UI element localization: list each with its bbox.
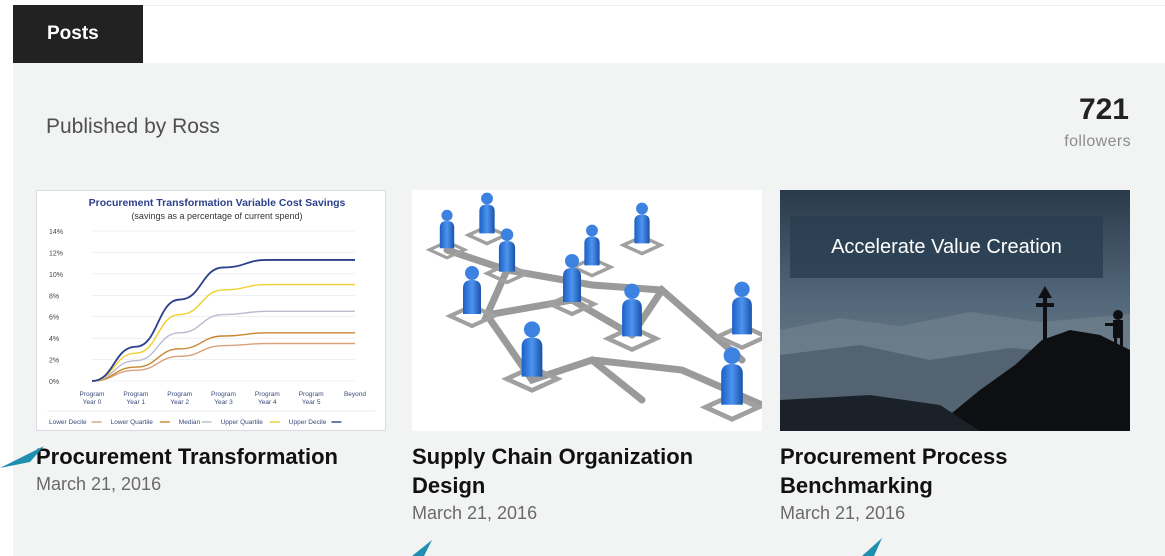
chart-title: Procurement Transformation Variable Cost… <box>89 197 346 209</box>
post-thumbnail-photo[interactable]: Accelerate Value Creation <box>780 190 1130 431</box>
x-tick-label: Year 1 <box>127 399 146 406</box>
followers-label: followers <box>1064 133 1131 150</box>
y-tick-label: 6% <box>49 315 59 322</box>
y-tick-label: 4% <box>49 336 59 343</box>
post-title[interactable]: Procurement Transformation <box>36 442 381 471</box>
series-line-upper-decile <box>91 259 355 382</box>
tab-posts[interactable]: Posts <box>13 5 143 63</box>
org-network-illustration <box>425 192 762 422</box>
person-figure <box>602 283 662 353</box>
x-tick-label: Program <box>211 391 236 398</box>
post-title[interactable]: Supply Chain Organization Design <box>412 442 757 500</box>
top-divider <box>143 5 1165 6</box>
post-thumbnail-chart[interactable]: Procurement Transformation Variable Cost… <box>36 190 386 431</box>
post-card-procurement-transformation[interactable]: Procurement Transformation Variable Cost… <box>36 190 386 495</box>
legend-label: Median <box>179 419 201 426</box>
x-tick-label: Year 0 <box>83 399 102 406</box>
x-tick-label: Program <box>80 391 105 398</box>
post-date: March 21, 2016 <box>412 503 538 523</box>
posts-panel: Published by Ross 721 followers Procurem… <box>13 63 1165 556</box>
y-tick-label: 12% <box>49 250 63 257</box>
published-by-heading: Published by Ross <box>46 115 220 138</box>
x-tick-label: Program <box>167 391 192 398</box>
person-figure <box>712 281 762 351</box>
pointer-arrow-middle <box>412 540 432 556</box>
person-figure <box>464 192 510 246</box>
y-tick-label: 14% <box>49 229 63 236</box>
y-tick-label: 10% <box>49 272 63 279</box>
x-tick-label: Year 4 <box>258 399 277 406</box>
x-tick-label: Beyond <box>344 391 366 398</box>
series-line-lower-decile <box>91 342 355 382</box>
post-thumbnail-org-network[interactable] <box>412 190 762 431</box>
x-tick-label: Program <box>123 391 148 398</box>
post-title[interactable]: Procurement Process Benchmarking <box>780 442 1125 500</box>
x-tick-label: Year 2 <box>170 399 189 406</box>
cost-savings-chart: Procurement Transformation Variable Cost… <box>47 197 375 426</box>
x-tick-label: Program <box>299 391 324 398</box>
chart-subtitle: (savings as a percentage of current spen… <box>131 211 302 221</box>
person-figure <box>619 202 665 256</box>
post-date: March 21, 2016 <box>780 503 906 523</box>
y-tick-label: 0% <box>49 379 59 386</box>
y-tick-label: 8% <box>49 293 59 300</box>
image-overlay-caption: Accelerate Value Creation <box>790 216 1103 278</box>
followers-count[interactable]: 721 <box>1079 93 1129 127</box>
post-date: March 21, 2016 <box>36 474 162 494</box>
post-card-supply-chain[interactable]: Supply Chain Organization Design March 2… <box>412 190 762 524</box>
x-tick-label: Year 5 <box>302 399 321 406</box>
x-tick-label: Year 3 <box>214 399 233 406</box>
series-line-lower-quartile <box>91 332 355 382</box>
x-tick-label: Program <box>255 391 280 398</box>
legend-label: Upper Quartile <box>221 419 264 426</box>
pointer-arrow-right <box>862 538 882 556</box>
legend-label: Lower Decile <box>49 419 87 426</box>
pointer-arrow-left <box>0 446 44 468</box>
legend-label: Upper Decile <box>289 419 327 426</box>
y-tick-label: 2% <box>49 358 59 365</box>
post-card-process-benchmarking[interactable]: Accelerate Value Creation Procurement Pr… <box>780 190 1130 524</box>
person-figure <box>569 224 615 278</box>
legend-label: Lower Quartile <box>111 419 154 426</box>
